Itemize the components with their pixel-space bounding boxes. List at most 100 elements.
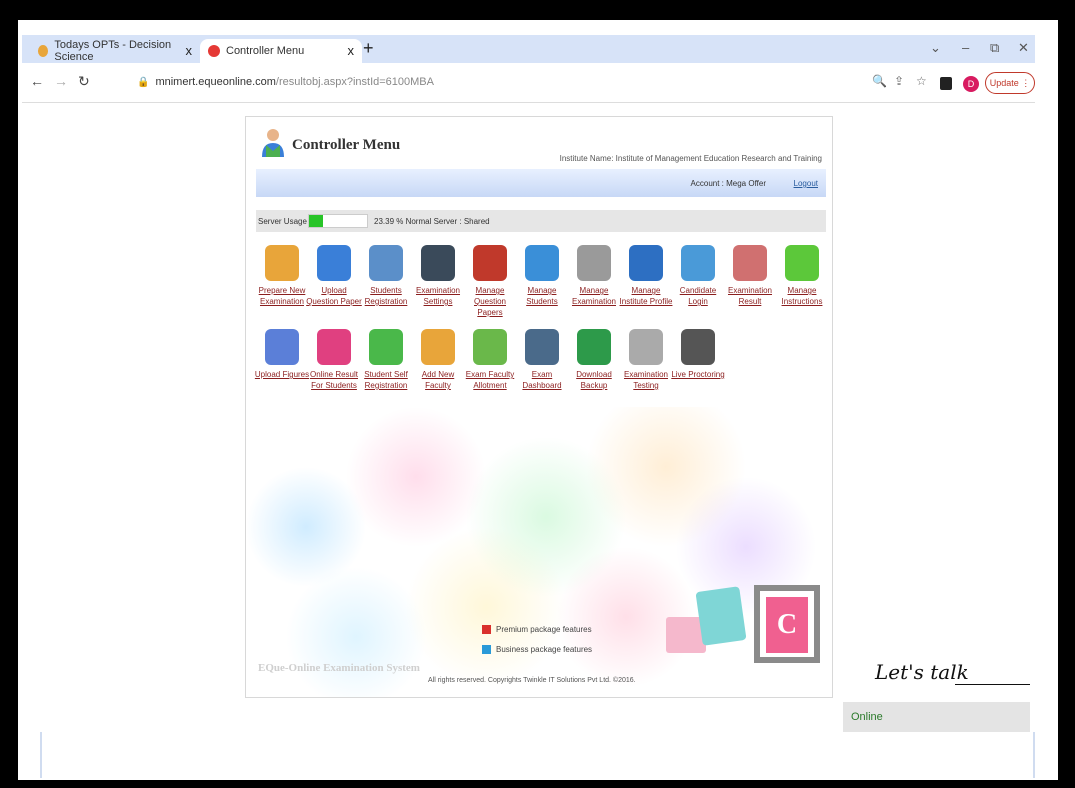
profile-avatar[interactable]: D (963, 76, 979, 92)
window-close-button[interactable]: ✕ (1018, 40, 1029, 56)
students-icon[interactable] (525, 245, 559, 281)
menu-item-label[interactable]: Candidate Login (670, 285, 726, 307)
tab-decision-science[interactable]: Todays OPTs - Decision Science x (30, 39, 200, 63)
webcam-icon[interactable] (681, 329, 715, 365)
share-icon[interactable]: ⇪ (894, 74, 904, 88)
menu-item[interactable]: Student Self Registration (358, 329, 414, 391)
menu-item[interactable]: Exam Dashboard (514, 329, 570, 391)
url-host: mnimert.equeonline.com (155, 76, 276, 88)
legend-business: Business package features (482, 645, 592, 654)
maximize-button[interactable]: ⧉ (990, 40, 999, 56)
menu-item-label[interactable]: Live Proctoring (670, 369, 726, 380)
menu-item[interactable]: Examination Testing (618, 329, 674, 391)
menu-item[interactable]: Manage Institute Profile (618, 245, 674, 307)
chat-title[interactable]: Let's talk (875, 660, 969, 684)
menu-item-label[interactable]: Upload Question Paper (306, 285, 362, 307)
minimize-button[interactable]: – (962, 40, 969, 55)
menu-item[interactable]: Examination Settings (410, 245, 466, 307)
menu-item-label[interactable]: Student Self Registration (358, 369, 414, 391)
legend-premium-label: Premium package features (496, 625, 592, 634)
tab-controller-menu[interactable]: Controller Menu x (200, 39, 362, 63)
backup-icon[interactable] (577, 329, 611, 365)
self-registration-icon[interactable] (369, 329, 403, 365)
exam-icon[interactable] (577, 245, 611, 281)
chat-status[interactable]: Online (843, 702, 1030, 732)
menu-item-label[interactable]: Manage Institute Profile (618, 285, 674, 307)
checklist-icon[interactable] (473, 245, 507, 281)
info-icon[interactable] (785, 245, 819, 281)
question-icon[interactable] (265, 245, 299, 281)
menu-item[interactable]: Manage Instructions (774, 245, 830, 307)
gmail-icon (38, 45, 49, 57)
star-icon[interactable]: ☆ (916, 74, 927, 88)
forward-icon[interactable]: → (54, 73, 68, 89)
bar-chart-icon[interactable] (317, 329, 351, 365)
menu-item[interactable]: Candidate Login (670, 245, 726, 307)
menu-item-label[interactable]: Manage Examination (566, 285, 622, 307)
menu-item-label[interactable]: Upload Figures (254, 369, 310, 380)
menu-item[interactable]: Prepare New Examination (254, 245, 310, 307)
laptop-icon[interactable] (421, 245, 455, 281)
server-usage-label: Server Usage (258, 217, 307, 226)
menu-item[interactable]: Exam Faculty Allotment (462, 329, 518, 391)
menu-item-label[interactable]: Students Registration (358, 285, 414, 307)
extension-icon[interactable] (940, 77, 952, 90)
logo-letter: C (766, 597, 808, 653)
business-marker-icon (482, 645, 491, 654)
new-tab-button[interactable]: + (363, 38, 374, 59)
menu-item[interactable]: Live Proctoring (670, 329, 726, 380)
menu-item-label[interactable]: Manage Instructions (774, 285, 830, 307)
logout-link[interactable]: Logout (794, 179, 818, 188)
menu-item-label[interactable]: Examination Result (722, 285, 778, 307)
account-name: Account : Mega Offer (690, 179, 766, 188)
testing-icon[interactable] (629, 329, 663, 365)
menu-item[interactable]: Manage Examination (566, 245, 622, 307)
menu-item[interactable]: Examination Result (722, 245, 778, 307)
tab-label: Controller Menu (226, 45, 305, 57)
allotment-icon[interactable] (473, 329, 507, 365)
account-bar: Account : Mega Offer Logout (256, 169, 826, 197)
menu-item-label[interactable]: Prepare New Examination (254, 285, 310, 307)
menu-item-label[interactable]: Exam Faculty Allotment (462, 369, 518, 391)
address-bar[interactable]: 🔒 mnimert.equeonline.com /resultobj.aspx… (137, 70, 957, 94)
menu-item[interactable]: Add New Faculty (410, 329, 466, 391)
lock-icon: 🔒 (137, 76, 150, 88)
menu-item[interactable]: Students Registration (358, 245, 414, 307)
faculty-icon[interactable] (421, 329, 455, 365)
url-path: /resultobj.aspx?instId=6100MBA (275, 76, 434, 88)
usage-progress-track (308, 214, 368, 228)
upload-paper-icon[interactable] (317, 245, 351, 281)
menu-item-label[interactable]: Download Backup (566, 369, 622, 391)
menu-item[interactable]: Upload Figures (254, 329, 310, 380)
menu-item-label[interactable]: Add New Faculty (410, 369, 466, 391)
navigation-bar: ← → ↻ 🔒 mnimert.equeonline.com /resultob… (22, 63, 1035, 103)
close-icon[interactable]: x (348, 43, 355, 58)
menu-item[interactable]: Online Result For Students (306, 329, 362, 391)
figures-icon[interactable] (265, 329, 299, 365)
controller-panel: Controller Menu Institute Name: Institut… (245, 116, 833, 698)
menu-item-label[interactable]: Manage Question Papers (462, 285, 518, 318)
menu-item-label[interactable]: Manage Students (514, 285, 570, 307)
menu-item-label[interactable]: Examination Testing (618, 369, 674, 391)
eque-logo: C (754, 585, 820, 663)
registration-icon[interactable] (369, 245, 403, 281)
zoom-icon[interactable]: 🔍 (872, 74, 887, 88)
update-button[interactable]: Update ⋮ (985, 72, 1035, 94)
menu-item[interactable]: Manage Students (514, 245, 570, 307)
menu-item[interactable]: Download Backup (566, 329, 622, 391)
menu-item-label[interactable]: Online Result For Students (306, 369, 362, 391)
dashboard-icon[interactable] (525, 329, 559, 365)
globe-icon[interactable] (629, 245, 663, 281)
chevron-down-icon[interactable]: ⌄ (930, 40, 941, 56)
brand-text: EQue-Online Examination System (258, 662, 420, 674)
close-icon[interactable]: x (186, 43, 193, 58)
menu-item-label[interactable]: Examination Settings (410, 285, 466, 307)
reload-icon[interactable]: ↻ (78, 73, 90, 90)
back-icon[interactable]: ← (30, 73, 44, 89)
candidate-icon[interactable] (681, 245, 715, 281)
menu-item[interactable]: Manage Question Papers (462, 245, 518, 318)
menu-item[interactable]: Upload Question Paper (306, 245, 362, 307)
result-icon[interactable] (733, 245, 767, 281)
institute-name: Institute Name: Institute of Management … (559, 154, 822, 163)
menu-item-label[interactable]: Exam Dashboard (514, 369, 570, 391)
